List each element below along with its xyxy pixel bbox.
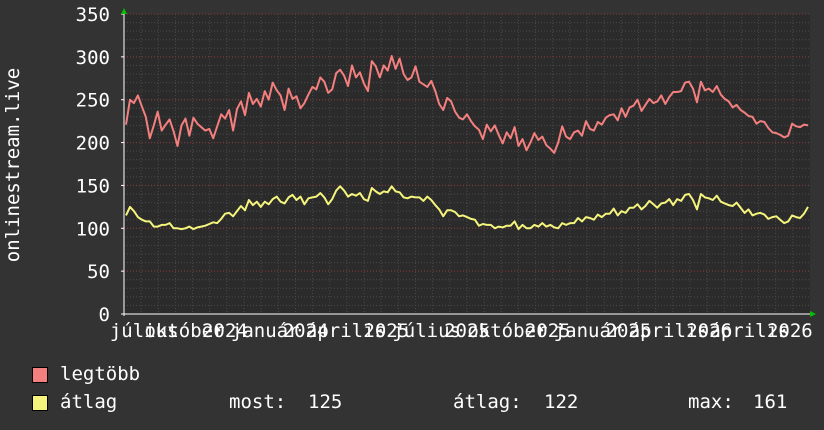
y-axis-title: onlinestream.live	[2, 67, 24, 263]
y-tick-label: 0	[99, 304, 110, 326]
y-axis: 0 50 100 150 200 250 300 350	[76, 4, 124, 326]
y-tick-label: 150	[76, 175, 110, 197]
grid	[124, 13, 810, 314]
y-axis-arrow	[121, 8, 127, 14]
y-tick-label: 200	[76, 133, 110, 155]
x-axis: júliusoktóber2024január2024április2025jú…	[110, 320, 813, 342]
x-axis-arrow	[810, 311, 816, 317]
y-tick-label: 50	[87, 261, 110, 283]
y-tick-label: 100	[76, 218, 110, 240]
chart: 0 50 100 150 200 250 300 350 júliusoktóber2024j…	[76, 4, 816, 342]
y-tick-label: 350	[76, 4, 110, 26]
y-tick-label: 300	[76, 47, 110, 69]
x-tick-label: 2026	[767, 320, 813, 342]
y-tick-label: 250	[76, 90, 110, 112]
